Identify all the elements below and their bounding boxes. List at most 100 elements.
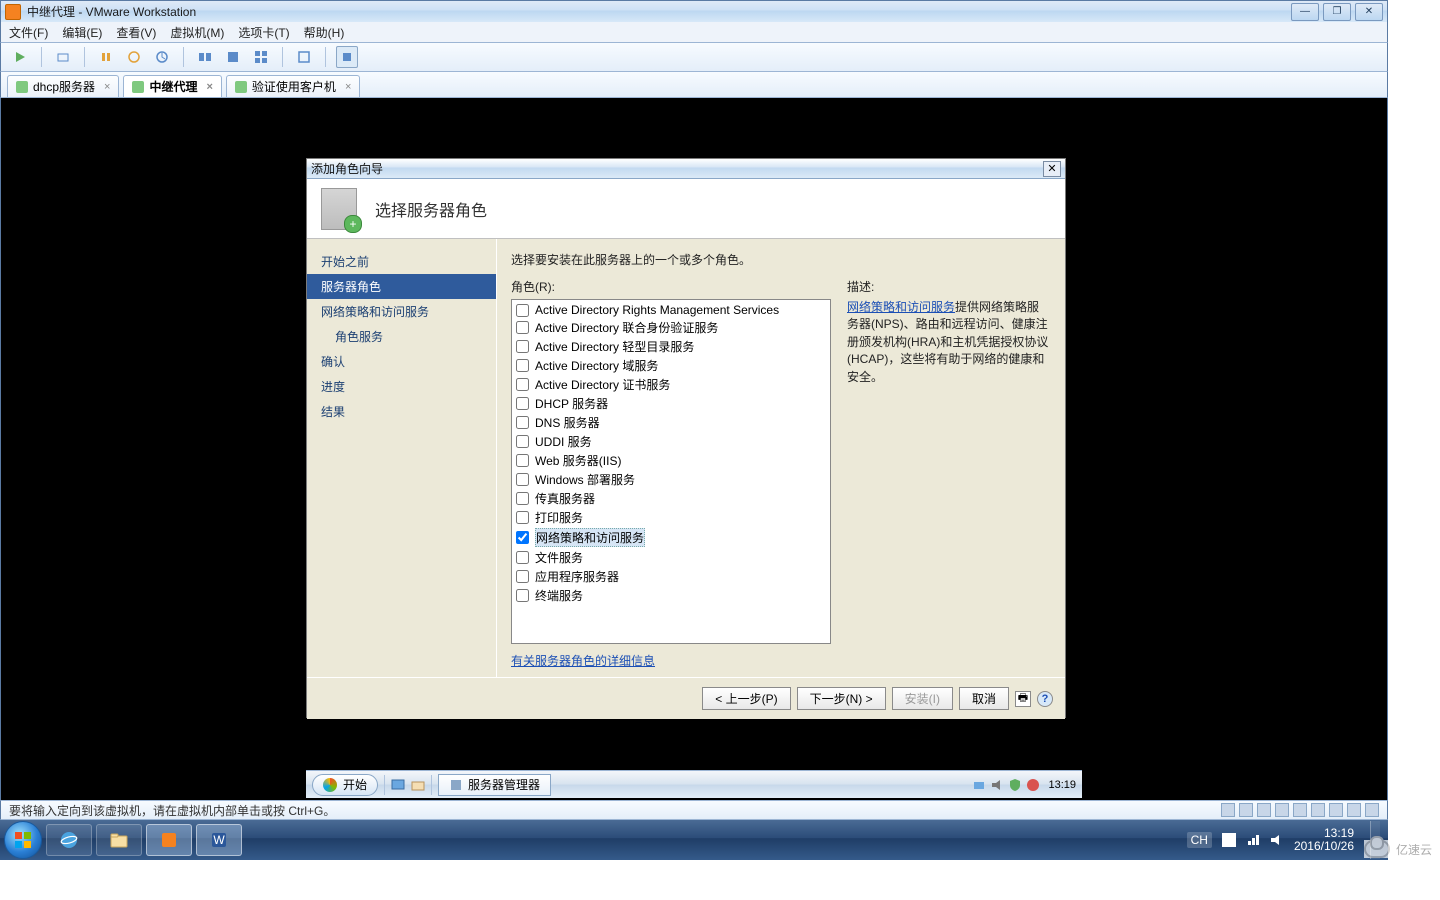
- next-button[interactable]: 下一步(N) >: [797, 687, 886, 710]
- vm-tab-client[interactable]: 验证使用客户机 ×: [226, 75, 360, 97]
- role-checkbox[interactable]: [516, 570, 529, 583]
- taskbar-ie-icon[interactable]: [46, 824, 92, 856]
- guest-desktop[interactable]: 添加角色向导 ✕ 选择服务器角色 开始之前服务器角色网络策略和访问服务角色服务确…: [306, 158, 1082, 798]
- role-checkbox-row[interactable]: Active Directory 联合身份验证服务: [516, 318, 826, 337]
- tray-network-icon[interactable]: [1246, 833, 1260, 847]
- role-checkbox[interactable]: [516, 492, 529, 505]
- roles-listbox[interactable]: Active Directory Rights Management Servi…: [511, 299, 831, 644]
- suspend-icon[interactable]: [95, 46, 117, 68]
- role-checkbox[interactable]: [516, 454, 529, 467]
- cancel-button[interactable]: 取消: [959, 687, 1009, 710]
- menu-tabs[interactable]: 选项卡(T): [238, 24, 289, 41]
- tray-shield-icon[interactable]: [1008, 778, 1022, 792]
- status-message-icon[interactable]: [1365, 803, 1379, 817]
- role-checkbox-row[interactable]: 文件服务: [516, 548, 826, 567]
- snapshot-icon[interactable]: [52, 46, 74, 68]
- role-checkbox[interactable]: [516, 416, 529, 429]
- status-printer-icon[interactable]: [1329, 803, 1343, 817]
- tab-close-icon[interactable]: ×: [104, 81, 110, 93]
- role-checkbox-row[interactable]: UDDI 服务: [516, 432, 826, 451]
- role-checkbox[interactable]: [516, 511, 529, 524]
- close-button[interactable]: ✕: [1355, 3, 1383, 21]
- host-date[interactable]: 2016/10/26: [1294, 840, 1354, 853]
- status-network-icon[interactable]: [1275, 803, 1289, 817]
- guest-clock[interactable]: 13:19: [1048, 779, 1076, 791]
- role-checkbox-row[interactable]: 打印服务: [516, 508, 826, 527]
- fullscreen-icon[interactable]: [293, 46, 315, 68]
- status-floppy-icon[interactable]: [1257, 803, 1271, 817]
- status-sound-icon[interactable]: [1311, 803, 1325, 817]
- menu-help[interactable]: 帮助(H): [304, 24, 345, 41]
- taskbar-item-server-manager[interactable]: 服务器管理器: [438, 774, 551, 796]
- quick-launch-desktop-icon[interactable]: [391, 778, 405, 792]
- minimize-button[interactable]: —: [1291, 3, 1319, 21]
- role-checkbox[interactable]: [516, 551, 529, 564]
- role-checkbox[interactable]: [516, 589, 529, 602]
- role-checkbox-row[interactable]: Active Directory Rights Management Servi…: [516, 302, 826, 318]
- role-checkbox[interactable]: [516, 378, 529, 391]
- role-checkbox[interactable]: [516, 359, 529, 372]
- help-icon[interactable]: ?: [1037, 691, 1053, 707]
- tab-close-icon[interactable]: ×: [206, 81, 212, 93]
- role-checkbox[interactable]: [516, 473, 529, 486]
- role-checkbox-row[interactable]: 应用程序服务器: [516, 567, 826, 586]
- taskbar-word-icon[interactable]: W: [196, 824, 242, 856]
- role-checkbox[interactable]: [516, 397, 529, 410]
- snapshot-manager-icon[interactable]: [151, 46, 173, 68]
- wizard-nav-item[interactable]: 确认: [307, 349, 496, 374]
- host-start-button[interactable]: [4, 821, 42, 859]
- status-hdd-icon[interactable]: [1221, 803, 1235, 817]
- role-checkbox-row[interactable]: 终端服务: [516, 586, 826, 605]
- role-checkbox-row[interactable]: Web 服务器(IIS): [516, 451, 826, 470]
- role-checkbox[interactable]: [516, 321, 529, 334]
- more-info-link[interactable]: 有关服务器角色的详细信息: [511, 654, 655, 668]
- quick-launch-explorer-icon[interactable]: [411, 778, 425, 792]
- taskbar-explorer-icon[interactable]: [96, 824, 142, 856]
- enter-fullscreen-icon[interactable]: [336, 46, 358, 68]
- vm-display-area[interactable]: 添加角色向导 ✕ 选择服务器角色 开始之前服务器角色网络策略和访问服务角色服务确…: [0, 98, 1388, 842]
- view-split-icon[interactable]: [194, 46, 216, 68]
- status-display-icon[interactable]: [1347, 803, 1361, 817]
- role-checkbox-row[interactable]: DHCP 服务器: [516, 394, 826, 413]
- wizard-nav-item[interactable]: 结果: [307, 399, 496, 424]
- role-checkbox-row[interactable]: DNS 服务器: [516, 413, 826, 432]
- guest-start-button[interactable]: 开始: [312, 774, 378, 796]
- tray-sound-icon[interactable]: [990, 778, 1004, 792]
- role-checkbox[interactable]: [516, 435, 529, 448]
- wizard-titlebar[interactable]: 添加角色向导 ✕: [307, 159, 1065, 179]
- tray-network-icon[interactable]: [972, 778, 986, 792]
- role-checkbox-row[interactable]: Active Directory 轻型目录服务: [516, 337, 826, 356]
- tray-volume-icon[interactable]: [1270, 833, 1284, 847]
- role-checkbox[interactable]: [516, 340, 529, 353]
- power-on-icon[interactable]: [9, 46, 31, 68]
- menu-file[interactable]: 文件(F): [9, 24, 48, 41]
- role-checkbox-row[interactable]: Active Directory 证书服务: [516, 375, 826, 394]
- taskbar-vmware-icon[interactable]: [146, 824, 192, 856]
- status-cd-icon[interactable]: [1239, 803, 1253, 817]
- role-checkbox[interactable]: [516, 304, 529, 317]
- status-usb-icon[interactable]: [1293, 803, 1307, 817]
- role-checkbox[interactable]: [516, 531, 529, 544]
- vm-tab-dhcp[interactable]: dhcp服务器 ×: [7, 75, 119, 97]
- wizard-nav-item[interactable]: 网络策略和访问服务: [307, 299, 496, 324]
- menu-edit[interactable]: 编辑(E): [62, 24, 102, 41]
- role-checkbox-row[interactable]: 传真服务器: [516, 489, 826, 508]
- vm-tab-relay[interactable]: 中继代理 ×: [123, 75, 221, 97]
- lang-indicator[interactable]: CH: [1187, 832, 1212, 848]
- role-checkbox-row[interactable]: 网络策略和访问服务: [516, 527, 826, 548]
- role-checkbox-row[interactable]: Active Directory 域服务: [516, 356, 826, 375]
- wizard-nav-item[interactable]: 开始之前: [307, 249, 496, 274]
- menu-view[interactable]: 查看(V): [116, 24, 156, 41]
- print-icon[interactable]: 🖶: [1015, 691, 1031, 707]
- tray-alert-icon[interactable]: [1026, 778, 1040, 792]
- unity-icon[interactable]: [222, 46, 244, 68]
- wizard-nav-item[interactable]: 服务器角色: [307, 274, 496, 299]
- role-checkbox-row[interactable]: Windows 部署服务: [516, 470, 826, 489]
- wizard-close-button[interactable]: ✕: [1043, 161, 1061, 177]
- menu-vm[interactable]: 虚拟机(M): [170, 24, 224, 41]
- wizard-nav-item[interactable]: 角色服务: [307, 324, 496, 349]
- tab-close-icon[interactable]: ×: [345, 81, 351, 93]
- description-link[interactable]: 网络策略和访问服务: [847, 300, 955, 314]
- tray-flag-icon[interactable]: [1222, 833, 1236, 847]
- thumbnail-icon[interactable]: [250, 46, 272, 68]
